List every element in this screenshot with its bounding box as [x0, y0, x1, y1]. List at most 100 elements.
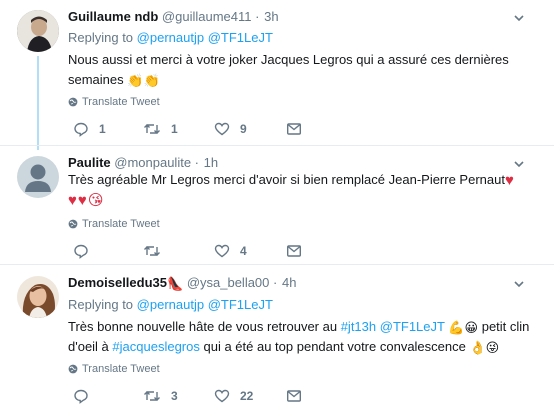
display-name[interactable]: Demoiselledu35👠: [68, 275, 183, 290]
text-line: ♥♥😘: [68, 190, 538, 210]
retweet-count: 3: [171, 389, 178, 403]
flex-grin-emoji: 💪😀: [448, 320, 479, 335]
reply-icon: [74, 389, 88, 404]
globe-icon: [68, 219, 78, 229]
hearts-kiss-emoji: ♥♥😘: [68, 192, 105, 209]
like-button[interactable]: 9: [214, 121, 247, 137]
tweet-text: Très bonne nouvelle hâte de vous retrouv…: [68, 317, 538, 357]
translate-tweet[interactable]: Translate Tweet: [68, 95, 160, 109]
tweet[interactable]: Paulite @monpaulite · 1h Très agréable M…: [0, 146, 554, 264]
heart-icon: [214, 122, 230, 136]
text-fragment: Très agréable Mr Legros merci d'avoir si…: [68, 172, 505, 187]
mention-link[interactable]: @pernautjp: [137, 30, 204, 45]
retweet-icon: [144, 246, 160, 256]
heart-icon: [214, 244, 230, 258]
high-heel-emoji: 👠: [167, 276, 184, 291]
like-count: 4: [240, 244, 247, 258]
separator-dot: ·: [255, 9, 260, 24]
timestamp[interactable]: 1h: [204, 155, 218, 170]
translate-label[interactable]: Translate Tweet: [82, 362, 160, 376]
like-count: 9: [240, 122, 247, 136]
heart-icon: [214, 389, 230, 403]
text-line: Nous aussi et merci à votre joker Jacque…: [68, 52, 509, 67]
reply-button[interactable]: [73, 243, 99, 259]
text-line: semaines 👏👏: [68, 70, 538, 90]
tweet-text: Nous aussi et merci à votre joker Jacque…: [68, 50, 538, 90]
chevron-down-icon[interactable]: [514, 279, 524, 289]
default-avatar-icon: [25, 164, 51, 192]
tweet[interactable]: Demoiselledu35👠 @ysa_bella00 · 4h Replyi…: [0, 265, 554, 411]
reply-icon: [74, 122, 88, 137]
text-line: Très bonne nouvelle hâte de vous retrouv…: [68, 317, 538, 337]
mention-link[interactable]: @TF1LeJT: [208, 297, 273, 312]
reply-count: 1: [99, 122, 106, 136]
tweet-actions: 3 22: [68, 388, 308, 406]
thread-connector: [37, 56, 39, 150]
avatar[interactable]: [17, 276, 59, 318]
text-fragment: petit clin: [478, 319, 530, 334]
tweet[interactable]: Guillaume ndb @guillaume411 · 3h Replyin…: [0, 0, 554, 150]
tweet-header: Demoiselledu35👠 @ysa_bella00 · 4h: [68, 275, 296, 291]
user-handle[interactable]: @ysa_bella00: [187, 275, 270, 290]
retweet-count: 1: [171, 122, 178, 136]
text-line: Très agréable Mr Legros merci d'avoir si…: [68, 170, 538, 190]
like-button[interactable]: 4: [214, 243, 247, 259]
avatar[interactable]: [17, 10, 59, 52]
translate-label[interactable]: Translate Tweet: [82, 95, 160, 109]
envelope-icon: [287, 123, 302, 135]
dm-button[interactable]: [286, 243, 302, 259]
retweet-button[interactable]: 3: [143, 388, 178, 404]
reply-button[interactable]: [73, 388, 99, 404]
reply-icon: [74, 244, 88, 259]
user-handle[interactable]: @monpaulite: [114, 155, 191, 170]
text-fragment: semaines: [68, 72, 124, 87]
envelope-icon: [287, 390, 302, 402]
tweet-actions: 4: [68, 243, 308, 261]
text-line: d'oeil à #jacqueslegros qui a été au top…: [68, 337, 538, 357]
hashtag-link[interactable]: #jt13h: [341, 319, 376, 334]
ok-wink-emoji: 👌😜: [469, 340, 500, 355]
mention-link[interactable]: @TF1LeJT: [380, 319, 445, 334]
clap-emoji: 👏👏: [127, 73, 160, 88]
translate-tweet[interactable]: Translate Tweet: [68, 217, 160, 231]
text-fragment: Très bonne nouvelle hâte de vous retrouv…: [68, 319, 338, 334]
tweet-actions: 1 1 9: [68, 121, 308, 139]
tweet-header: Paulite @monpaulite · 1h: [68, 155, 218, 171]
red-heart-emoji: ♥: [504, 172, 514, 189]
avatar-photo: [17, 276, 59, 318]
timestamp[interactable]: 3h: [264, 9, 278, 24]
separator-dot: ·: [273, 275, 278, 290]
retweet-button[interactable]: 1: [143, 121, 178, 137]
reply-button[interactable]: 1: [73, 121, 106, 137]
chevron-down-icon[interactable]: [514, 159, 524, 169]
avatar[interactable]: [17, 156, 59, 198]
display-name[interactable]: Paulite: [68, 155, 111, 170]
hashtag-link[interactable]: #jacqueslegros: [112, 339, 199, 354]
retweet-icon: [144, 124, 160, 134]
mention-link[interactable]: @TF1LeJT: [208, 30, 273, 45]
replying-to: Replying to @pernautjp @TF1LeJT: [68, 30, 273, 46]
translate-label[interactable]: Translate Tweet: [82, 217, 160, 231]
retweet-button[interactable]: [143, 243, 171, 259]
replying-prefix: Replying to: [68, 30, 134, 45]
like-count: 22: [240, 389, 254, 403]
text-fragment: d'oeil à: [68, 339, 109, 354]
text-fragment: qui a été au top pendant votre convalesc…: [203, 339, 466, 354]
dm-button[interactable]: [286, 388, 302, 404]
display-name[interactable]: Guillaume ndb: [68, 9, 158, 24]
replying-prefix: Replying to: [68, 297, 134, 312]
translate-tweet[interactable]: Translate Tweet: [68, 362, 160, 376]
globe-icon: [68, 364, 78, 374]
replying-to: Replying to @pernautjp @TF1LeJT: [68, 297, 273, 313]
display-name-text[interactable]: Demoiselledu35: [68, 275, 167, 290]
dm-button[interactable]: [286, 121, 302, 137]
like-button[interactable]: 22: [214, 388, 253, 404]
chevron-down-icon[interactable]: [514, 13, 524, 23]
timestamp[interactable]: 4h: [282, 275, 296, 290]
avatar-photo: [17, 10, 59, 52]
tweet-text: Très agréable Mr Legros merci d'avoir si…: [68, 170, 538, 210]
tweet-header: Guillaume ndb @guillaume411 · 3h: [68, 9, 279, 25]
mention-link[interactable]: @pernautjp: [137, 297, 204, 312]
user-handle[interactable]: @guillaume411: [162, 9, 252, 24]
globe-icon: [68, 97, 78, 107]
